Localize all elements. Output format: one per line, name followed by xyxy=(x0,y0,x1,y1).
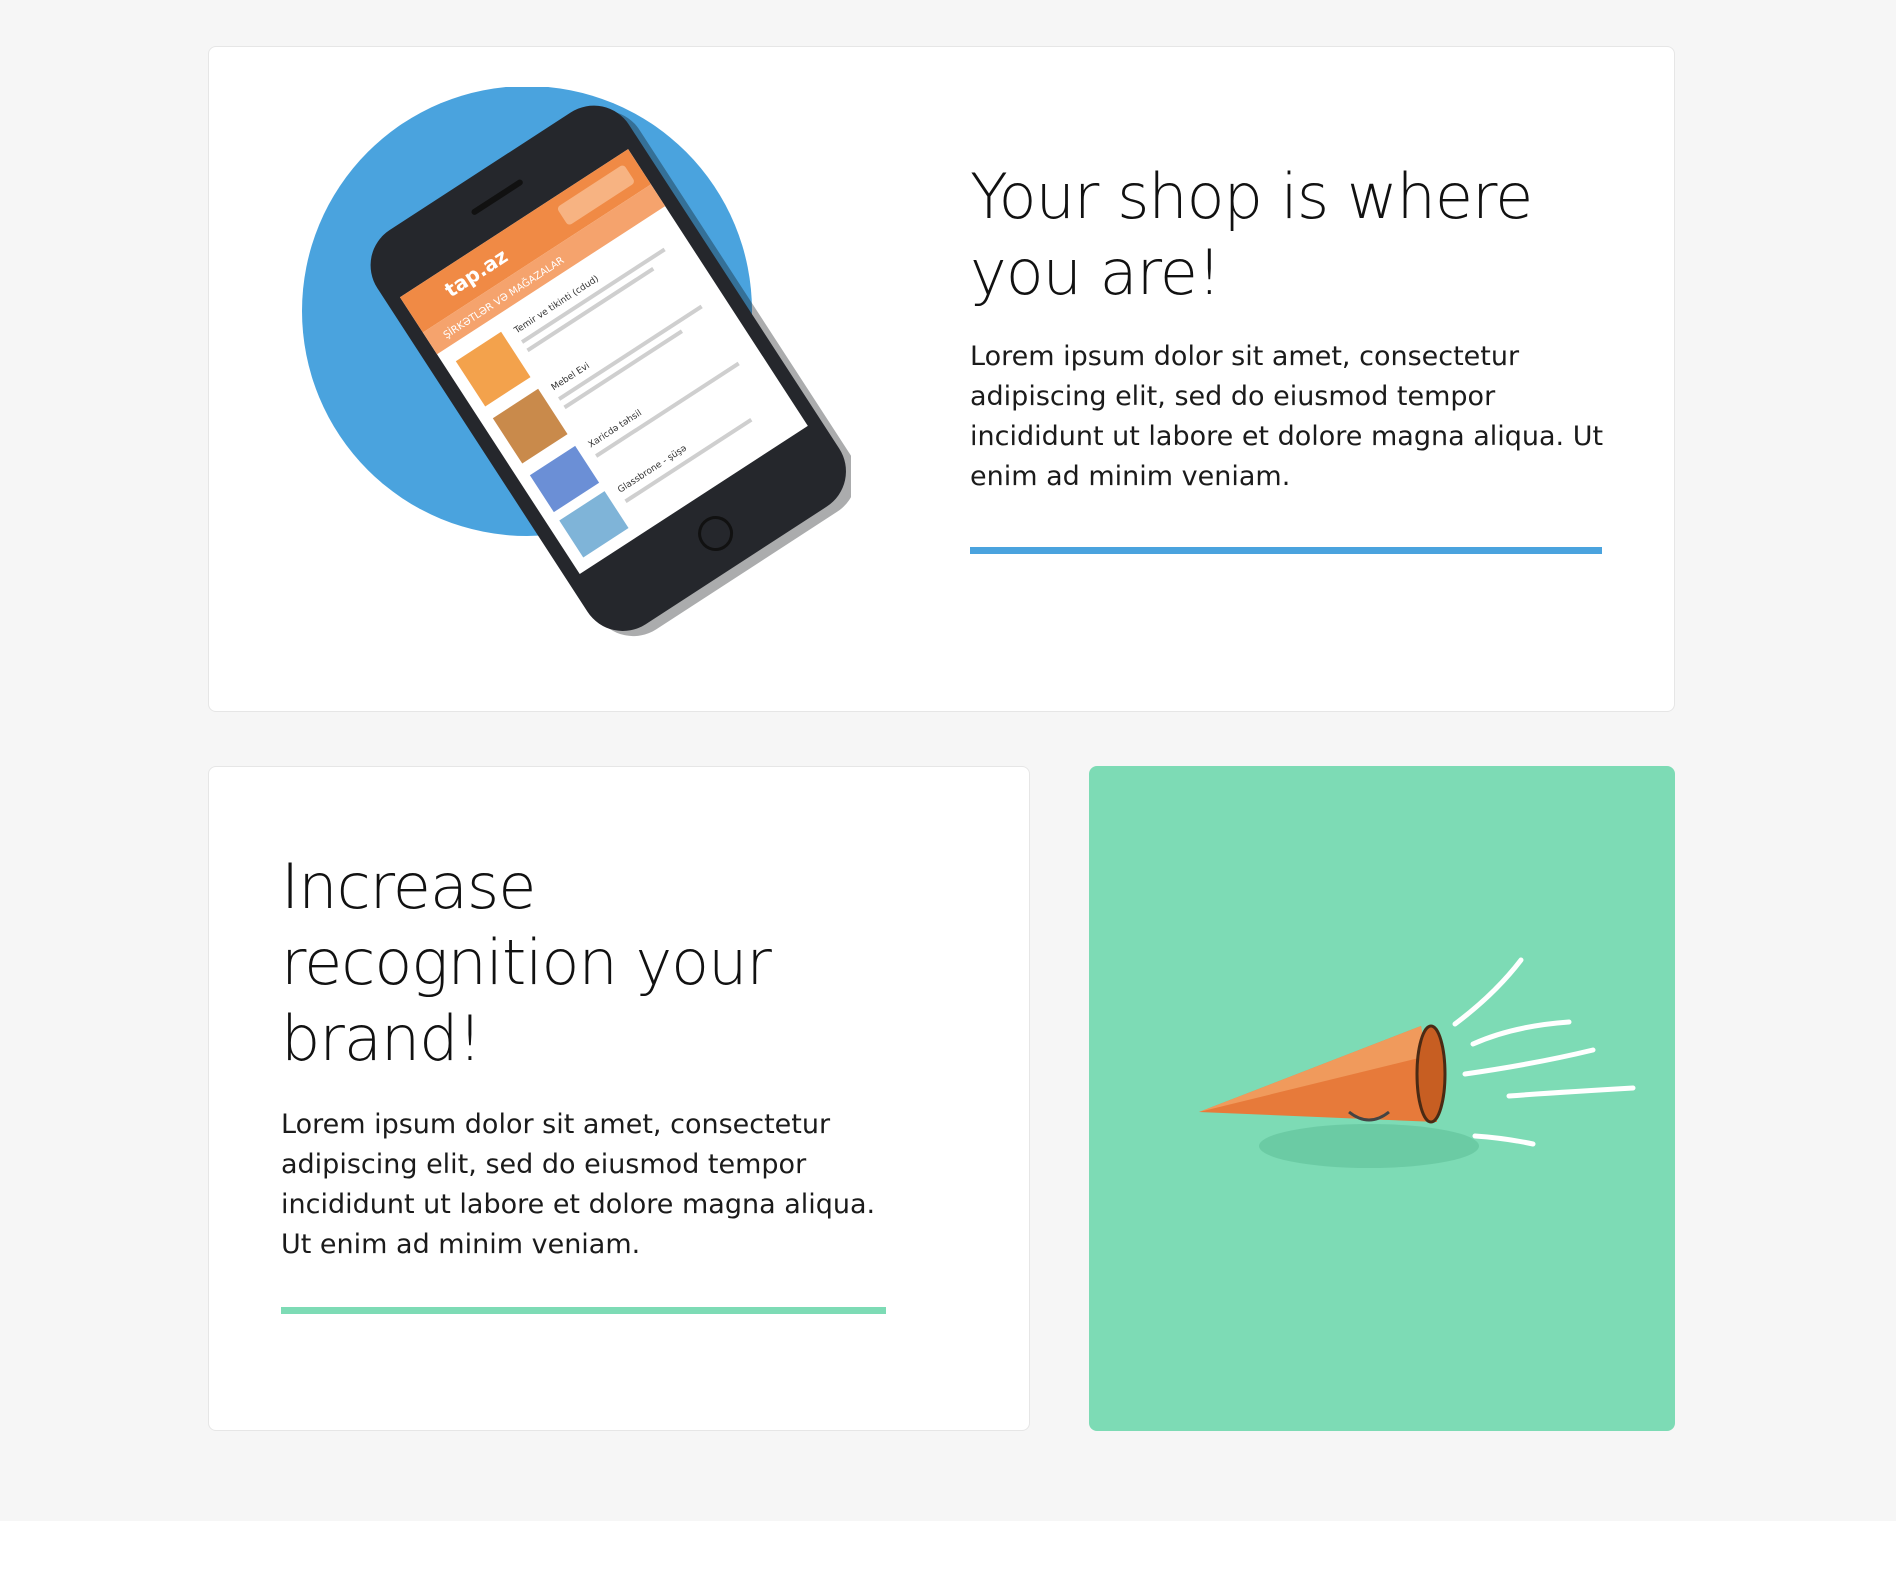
megaphone-illustration xyxy=(1199,957,1636,1168)
shop-section-body: Lorem ipsum dolor sit amet, consectetur … xyxy=(970,341,1604,492)
megaphone-shadow xyxy=(1259,1124,1479,1168)
sound-lines xyxy=(1452,957,1636,1147)
megaphone-image-card xyxy=(1089,766,1675,1431)
phone-app-illustration: tap.az ŞİRKƏTLƏR VƏ MAĞAZALAR Temir ve t… xyxy=(302,87,851,637)
shop-section-title: Your shop is where you are! xyxy=(970,160,1533,309)
footer-strip xyxy=(0,1521,1896,1588)
shop-accent-underline xyxy=(970,547,1602,554)
brand-section-title: Increase recognition your brand! xyxy=(281,850,772,1075)
shop-feature-card: tap.az ŞİRKƏTLƏR VƏ MAĞAZALAR Temir ve t… xyxy=(208,46,1675,712)
brand-feature-card: Increase recognition your brand! Lorem i… xyxy=(208,766,1030,1431)
brand-accent-underline xyxy=(281,1307,886,1314)
megaphone-rim xyxy=(1415,1024,1447,1124)
brand-section-body: Lorem ipsum dolor sit amet, consectetur … xyxy=(281,1109,876,1260)
